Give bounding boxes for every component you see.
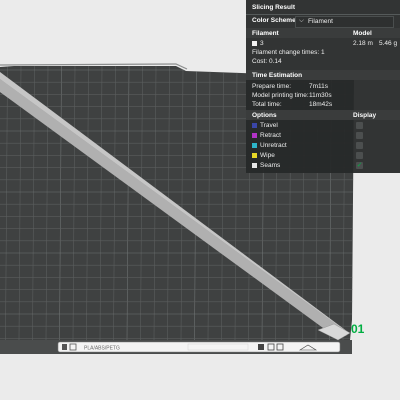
- prepare-time-value: 7m11s: [309, 83, 329, 90]
- unretract-color-swatch: [252, 143, 257, 148]
- options-header: Options: [252, 112, 277, 119]
- option-row-travel[interactable]: Travel: [246, 121, 400, 131]
- travel-display-checkbox[interactable]: [356, 122, 363, 129]
- seams-display-checkbox[interactable]: ✓: [356, 162, 363, 169]
- seams-color-swatch: [252, 163, 257, 168]
- option-row-retract[interactable]: Retract: [246, 131, 400, 141]
- filament-column-header: Filament: [252, 30, 279, 37]
- prepare-time-label: Prepare time:: [252, 83, 292, 90]
- time-estimation-header: Time Estimation: [252, 72, 303, 79]
- slicing-result-panel: Slicing Result Color Scheme ⌵ Filament F…: [246, 0, 400, 173]
- total-time-label: Total time:: [252, 101, 282, 108]
- option-row-seams[interactable]: Seams ✓: [246, 161, 400, 171]
- retract-display-checkbox[interactable]: [356, 132, 363, 139]
- filament-color-swatch: [252, 41, 257, 46]
- travel-color-swatch: [252, 123, 257, 128]
- filament-length: 2.18 m: [353, 40, 373, 47]
- option-label-retract: Retract: [260, 132, 281, 139]
- option-label-travel: Travel: [260, 122, 278, 129]
- color-scheme-label: Color Scheme: [252, 17, 296, 24]
- option-label-wipe: Wipe: [260, 152, 275, 159]
- display-header: Display: [353, 112, 377, 119]
- option-row-wipe[interactable]: Wipe: [246, 151, 400, 161]
- total-time-value: 18m42s: [309, 101, 333, 108]
- cost: Cost: 0.14: [252, 58, 282, 65]
- filament-change-times: Filament change times: 1: [252, 49, 325, 56]
- color-scheme-value: Filament: [308, 18, 333, 25]
- option-label-unretract: Unretract: [260, 142, 287, 149]
- plate-settings-icon[interactable]: [258, 344, 264, 350]
- plate-filament-label: PLA/ABS/PETG: [84, 346, 120, 352]
- panel-title: Slicing Result: [252, 4, 295, 11]
- filament-weight: 5.46 g: [379, 40, 398, 47]
- chevron-down-icon: ⌵: [299, 17, 304, 24]
- option-label-seams: Seams: [260, 162, 281, 169]
- model-printing-time-value: 11m30s: [309, 92, 332, 99]
- retract-color-swatch: [252, 133, 257, 138]
- wipe-color-swatch: [252, 153, 257, 158]
- unretract-display-checkbox[interactable]: [356, 142, 363, 149]
- plate-toolbar: PLA/ABS/PETG: [57, 341, 341, 353]
- plate-number[interactable]: 01: [351, 322, 365, 336]
- color-scheme-dropdown[interactable]: ⌵ Filament: [295, 16, 394, 28]
- model-printing-time-label: Model printing time:: [252, 92, 309, 99]
- filament-index: 3: [260, 40, 264, 47]
- option-row-unretract[interactable]: Unretract: [246, 141, 400, 151]
- plate-icon: [62, 344, 67, 350]
- model-column-header: Model: [353, 30, 372, 37]
- wipe-display-checkbox[interactable]: [356, 152, 363, 159]
